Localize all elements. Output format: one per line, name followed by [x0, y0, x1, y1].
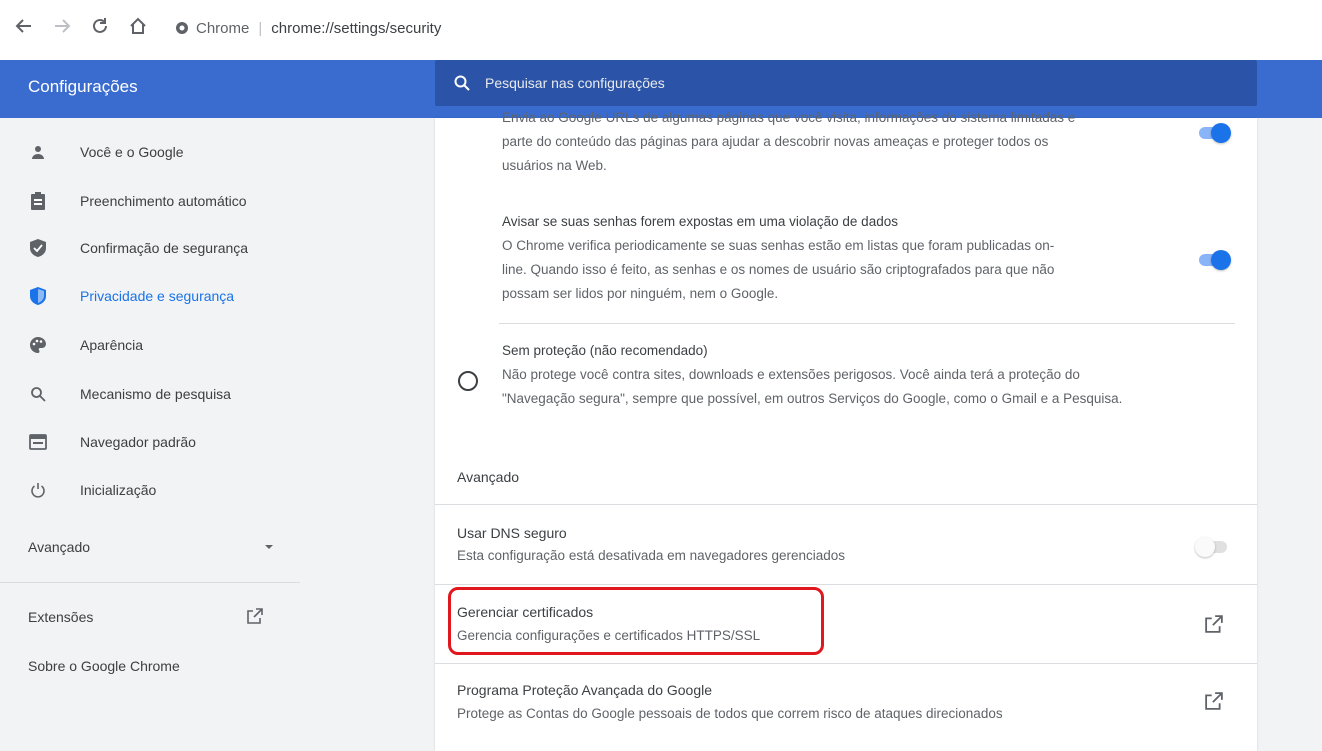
highlight-annotation [448, 587, 824, 655]
sidebar-item-label: Privacidade e segurança [80, 288, 235, 304]
reload-icon [93, 18, 107, 33]
password-breach-toggle[interactable] [1197, 249, 1231, 270]
settings-search-box[interactable] [435, 60, 1257, 106]
secure-dns-description: Esta configuração está desativada em nav… [457, 548, 845, 563]
advanced-section-heading: Avançado [457, 469, 520, 485]
no-protection-option[interactable]: Sem proteção (não recomendado) Não prote… [502, 339, 1242, 411]
sidebar-item-label: Confirmação de segurança [80, 240, 249, 256]
sidebar-item-appearance[interactable]: Aparência [0, 323, 300, 367]
sidebar-item-search-engine[interactable]: Mecanismo de pesquisa [0, 372, 300, 416]
sidebar-divider [0, 582, 300, 583]
reload-button[interactable] [86, 12, 114, 40]
sidebar-item-label: Mecanismo de pesquisa [80, 386, 231, 402]
password-breach-title: Avisar se suas senhas forem expostas em … [502, 214, 898, 229]
browser-toolbar: Chrome | chrome://settings/security [0, 0, 1322, 60]
enhanced-desc-line: usuários na Web. [502, 158, 607, 173]
toggle-knob [1195, 537, 1215, 557]
search-icon [454, 75, 470, 91]
secure-dns-toggle[interactable] [1195, 536, 1229, 557]
advanced-protection-program-row[interactable]: Programa Proteção Avançada do Google Pro… [435, 664, 1257, 742]
enhanced-protection-description: Envia ao Google URLs de algumas páginas … [502, 106, 1182, 178]
no-protection-title: Sem proteção (não recomendado) [502, 343, 708, 358]
sidebar-item-label: Sobre o Google Chrome [28, 658, 180, 674]
password-breach-desc-line: line. Quando isso é feito, as senhas e o… [502, 262, 1055, 277]
search-input[interactable] [483, 74, 1187, 92]
sidebar-advanced-label: Avançado [28, 539, 91, 555]
enhanced-desc-line: Envia ao Google URLs de algumas páginas … [502, 110, 1076, 125]
sidebar-item-on-startup[interactable]: Inicialização [0, 468, 300, 512]
enhanced-desc-line: parte do conteúdo das páginas para ajuda… [502, 134, 1049, 149]
forward-button[interactable] [48, 12, 76, 40]
arrow-left-icon [15, 19, 31, 33]
sidebar-item-about-chrome[interactable]: Sobre o Google Chrome [0, 644, 300, 688]
sidebar-item-safety-check[interactable]: Confirmação de segurança [0, 226, 300, 270]
secure-dns-title: Usar DNS seguro [457, 525, 567, 541]
home-icon [130, 17, 146, 34]
clipboard-icon [28, 191, 48, 211]
open-in-new-icon [1205, 692, 1223, 710]
url-text[interactable]: chrome://settings/security [271, 20, 441, 37]
sidebar-item-label: Preenchimento automático [80, 193, 247, 209]
shield-check-icon [28, 238, 48, 258]
page-title: Configurações [28, 77, 138, 96]
home-button[interactable] [124, 12, 152, 40]
site-name: Chrome [196, 19, 250, 37]
sidebar-item-autofill[interactable]: Preenchimento automático [0, 179, 300, 223]
password-breach-desc-line: O Chrome verifica periodicamente se suas… [502, 238, 1055, 253]
sidebar-item-label: Aparência [80, 337, 144, 353]
advanced-protection-title: Programa Proteção Avançada do Google [457, 682, 713, 698]
secure-dns-row[interactable]: Usar DNS seguro Esta configuração está d… [435, 505, 1257, 583]
shield-icon [28, 286, 48, 306]
sidebar-item-default-browser[interactable]: Navegador padrão [0, 420, 300, 464]
sidebar-item-you-and-google[interactable]: Você e o Google [0, 130, 300, 174]
site-chip: Chrome [175, 20, 249, 37]
arrow-right-icon [55, 19, 71, 33]
privacy-security-card: Envia ao Google URLs de algumas páginas … [435, 110, 1257, 751]
palette-icon [28, 335, 48, 355]
sidebar-item-privacy-security[interactable]: Privacidade e segurança [0, 274, 300, 318]
sidebar-item-label: Navegador padrão [80, 434, 196, 450]
enhanced-protection-toggle[interactable] [1197, 122, 1231, 143]
caret-down-icon [265, 545, 273, 549]
back-button[interactable] [10, 12, 38, 40]
no-protection-desc-line: "Navegação segura", sempre que possível,… [502, 391, 1123, 406]
sidebar: Você e o Google Preenchimento automático… [0, 118, 300, 751]
password-breach-setting: Avisar se suas senhas forem expostas em … [502, 210, 1182, 306]
toggle-knob [1211, 123, 1231, 143]
chrome-logo-icon [176, 22, 188, 34]
address-bar[interactable]: Chrome | chrome://settings/security [175, 14, 441, 42]
sidebar-item-label: Inicialização [80, 482, 157, 498]
open-in-new-icon [1205, 615, 1223, 633]
no-protection-radio[interactable] [458, 371, 478, 391]
password-breach-desc-line: possam ser lidos por ninguém, nem o Goog… [502, 286, 779, 301]
section-divider [499, 323, 1235, 324]
address-separator: | [258, 19, 263, 37]
person-icon [28, 142, 48, 162]
sidebar-item-extensions[interactable]: Extensões [0, 595, 300, 639]
power-icon [28, 480, 48, 500]
open-in-new-icon [247, 608, 263, 624]
sidebar-advanced-toggle[interactable]: Avançado [0, 528, 300, 568]
browser-window-icon [28, 432, 48, 452]
advanced-protection-description: Protege as Contas do Google pessoais de … [457, 706, 1003, 721]
no-protection-desc-line: Não protege você contra sites, downloads… [502, 367, 1080, 382]
search-icon [28, 384, 48, 404]
toggle-knob [1211, 250, 1231, 270]
sidebar-item-label: Você e o Google [80, 144, 184, 160]
sidebar-item-label: Extensões [28, 609, 94, 625]
